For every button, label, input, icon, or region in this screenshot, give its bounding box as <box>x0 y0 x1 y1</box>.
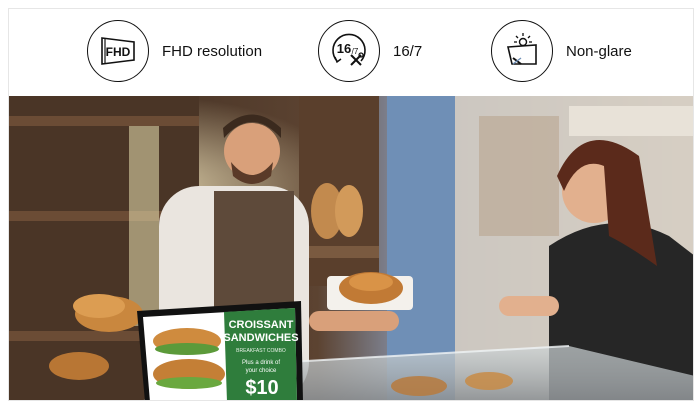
fhd-resolution-icon: FHD <box>87 20 149 82</box>
promo-display: CROISSANT SANDWICHES BREAKFAST COMBO Plu… <box>137 301 303 400</box>
feature-strip: FHD FHD resolution 16 /7 16/7 Non-glare <box>9 9 693 96</box>
sign-title-line2: SANDWICHES <box>223 332 298 344</box>
feature-fhd: FHD FHD resolution <box>87 19 262 83</box>
feature-label-fhd: FHD resolution <box>162 42 263 60</box>
sign-subtitle: BREAKFAST COMBO <box>236 348 286 354</box>
days-icon-text: /7 <box>352 47 359 56</box>
hours-icon-text: 16 <box>337 41 351 56</box>
sign-price: $10 <box>245 377 278 399</box>
feature-16-7: 16 /7 16/7 <box>318 19 422 83</box>
16-7-operation-icon: 16 /7 <box>318 20 380 82</box>
fhd-icon-text: FHD <box>106 45 131 59</box>
product-feature-card: FHD FHD resolution 16 /7 16/7 Non-glare … <box>8 8 694 401</box>
sign-title-line1: CROISSANT <box>229 319 294 331</box>
feature-non-glare: Non-glare <box>491 19 632 83</box>
non-glare-icon <box>491 20 553 82</box>
feature-label-16-7: 16/7 <box>393 42 423 60</box>
feature-label-non-glare: Non-glare <box>566 42 632 60</box>
sign-desc-line1: Plus a drink of <box>242 360 280 366</box>
sign-desc-line2: your choice <box>246 368 277 374</box>
bakery-scene-photo: CROISSANT SANDWICHES BREAKFAST COMBO Plu… <box>9 96 693 400</box>
